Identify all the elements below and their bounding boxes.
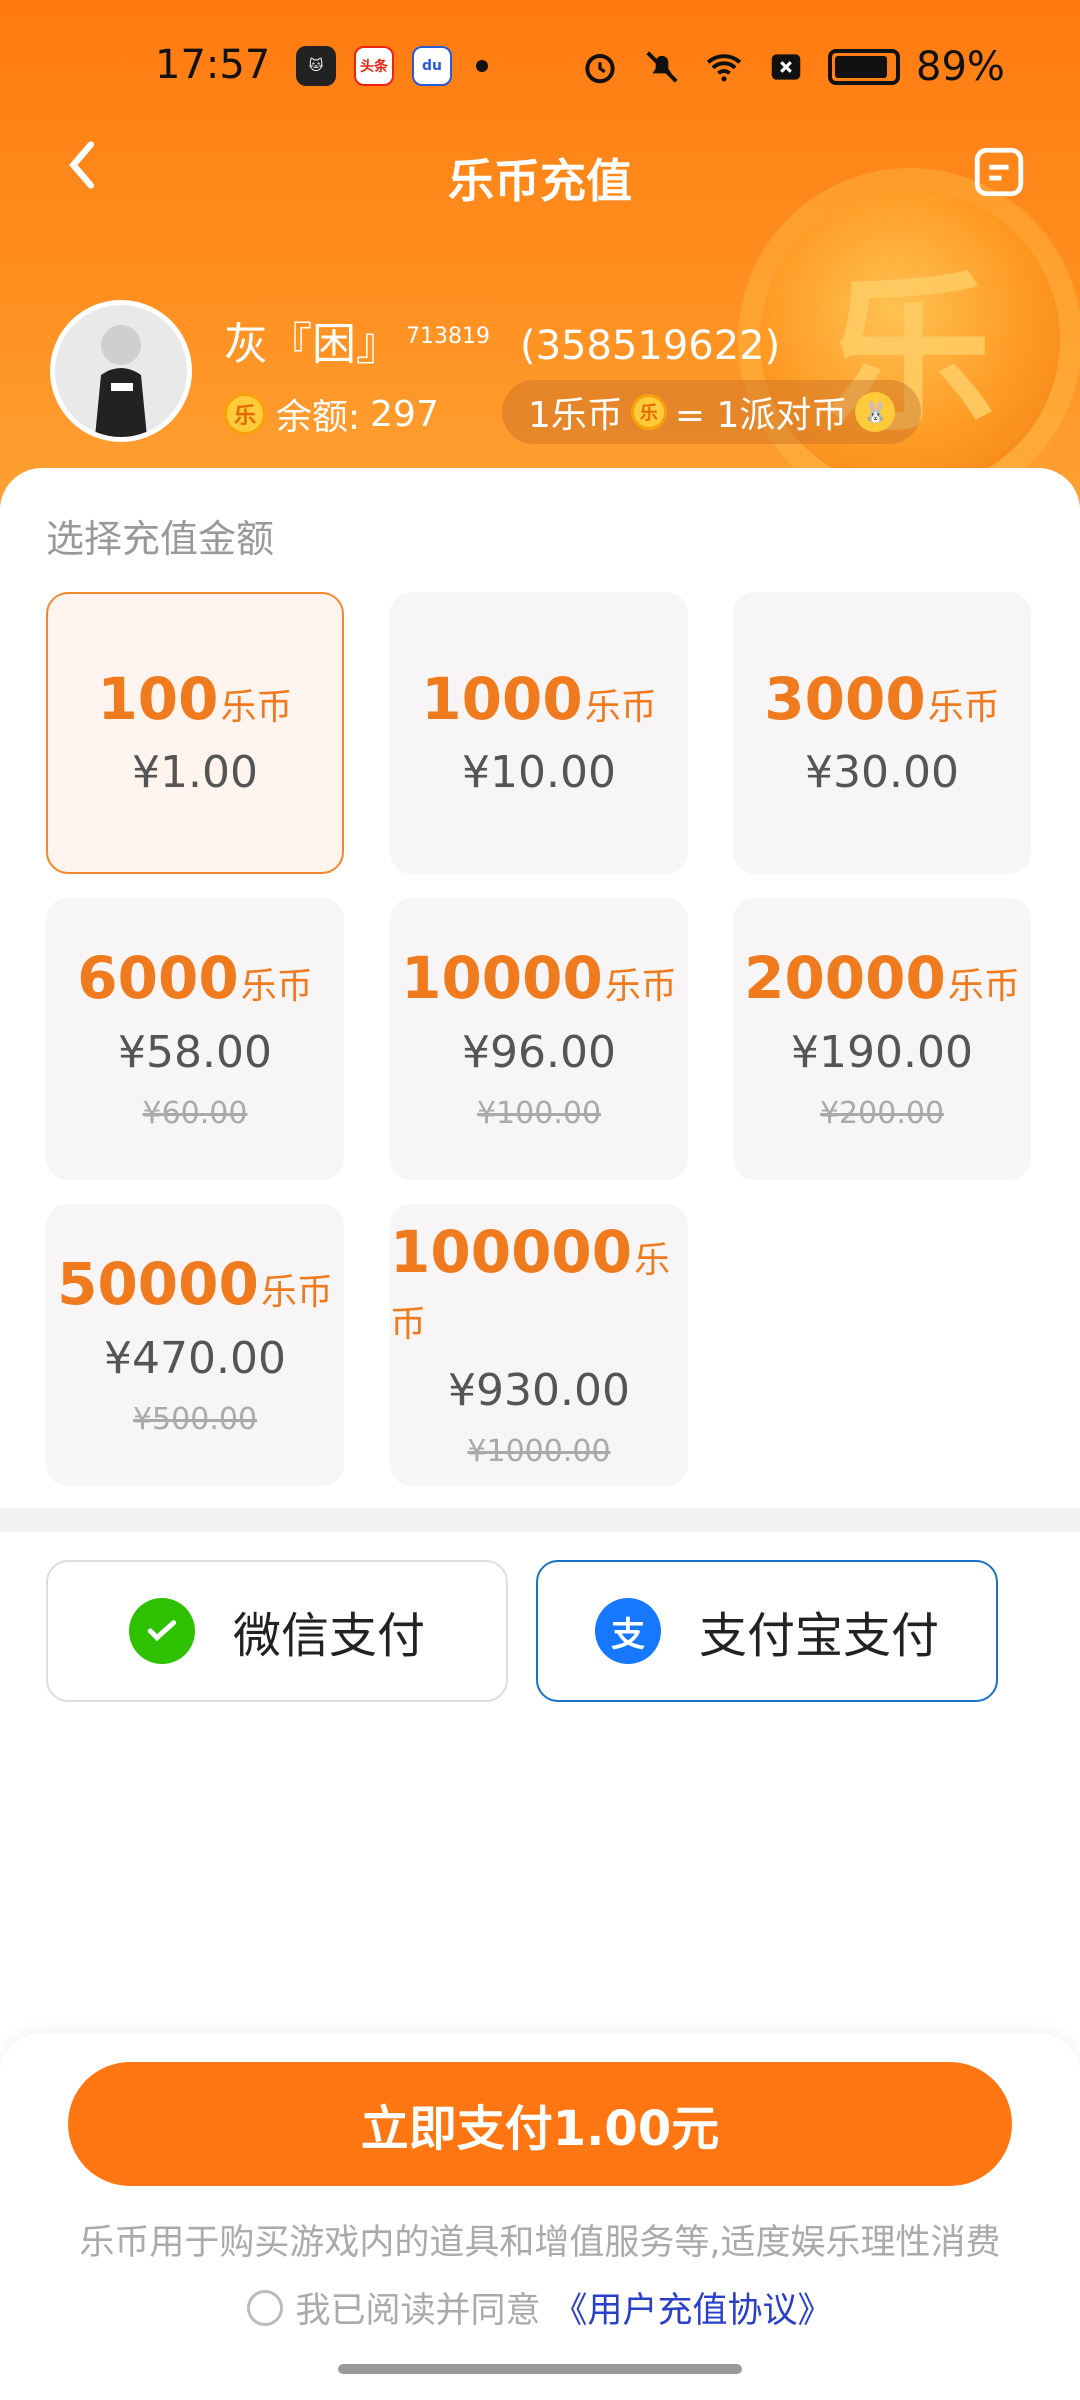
wechat-pay-option[interactable]: 微信支付: [46, 1560, 508, 1702]
le-coin-icon: 乐: [630, 394, 667, 430]
package-option[interactable]: 20000乐币 ¥190.00 ¥200.00: [733, 898, 1031, 1180]
alarm-icon: [580, 47, 620, 87]
package-price: ¥930.00: [448, 1364, 630, 1416]
mute-icon: [642, 47, 682, 87]
package-option[interactable]: 100000乐币 ¥930.00 ¥1000.00: [390, 1204, 688, 1486]
battery-percent: 89%: [916, 44, 1005, 90]
package-price: ¥190.00: [791, 1026, 973, 1078]
coin-decoration: 乐: [760, 190, 1060, 490]
package-original-price: ¥60.00: [142, 1095, 248, 1131]
recharge-card: 选择充值金额 100乐币 ¥1.00 1000乐币 ¥10.00 3000乐币 …: [0, 468, 1080, 1528]
le-coin-icon: 乐: [224, 393, 266, 435]
header: 乐 17:57 🐱 头条 du 89% 乐币充值 灰『困』 713819 (35…: [0, 0, 1080, 520]
battery-icon: [828, 49, 900, 85]
avatar[interactable]: [50, 300, 192, 442]
exchange-rate-pill: 1乐币 乐 = 1派对币 🐰: [502, 380, 922, 444]
toutiao-app-icon: 头条: [354, 46, 394, 86]
coin-decoration-char: 乐: [824, 257, 995, 455]
balance: 乐 余额: 297: [224, 388, 439, 440]
baidu-app-icon: du: [412, 46, 452, 86]
package-coins: 6000乐币: [77, 944, 313, 1013]
package-coins: 100乐币: [97, 664, 293, 733]
package-original-price: ¥500.00: [132, 1401, 258, 1437]
package-coins: 50000乐币: [57, 1250, 333, 1319]
more-notifications-dot: [476, 60, 488, 72]
agreement-link[interactable]: 《用户充值协议》: [553, 2282, 833, 2333]
system-icons: 89%: [580, 44, 1005, 90]
package-original-price: ¥100.00: [476, 1095, 602, 1131]
consumption-note: 乐币用于购买游戏内的道具和增值服务等,适度娱乐理性消费: [79, 2223, 1001, 2263]
alipay-label: 支付宝支付: [698, 1608, 939, 1664]
section-divider: [0, 1508, 1080, 1532]
rate-right: = 1派对币: [674, 395, 848, 436]
package-coins: 1000乐币: [421, 664, 657, 733]
section-label: 选择充值金额: [46, 517, 275, 561]
package-price: ¥1.00: [132, 747, 258, 799]
balance-value: 297: [370, 393, 439, 435]
alipay-option[interactable]: 支 支付宝支付: [536, 1560, 998, 1702]
package-price: ¥470.00: [104, 1332, 286, 1384]
package-option[interactable]: 50000乐币 ¥470.00 ¥500.00: [46, 1204, 344, 1486]
party-coin-icon: 🐰: [855, 392, 896, 432]
avatar-illustration-icon: [55, 305, 187, 437]
page-title: 乐币充值: [448, 154, 632, 208]
wifi-icon: [704, 47, 744, 87]
status-bar: 17:57 🐱 头条 du 89%: [0, 0, 1080, 130]
status-time: 17:57: [155, 42, 271, 88]
wechat-pay-label: 微信支付: [232, 1608, 425, 1664]
package-price: ¥96.00: [462, 1026, 616, 1078]
footer: 立即支付1.00元 乐币用于购买游戏内的道具和增值服务等,适度娱乐理性消费 我已…: [0, 2034, 1080, 2400]
rate-left: 1乐币: [528, 395, 623, 436]
notification-apps: 🐱 头条 du: [296, 46, 488, 86]
agree-text: 我已阅读并同意: [295, 2291, 541, 2331]
home-indicator[interactable]: [338, 2364, 742, 2374]
user-id: (358519622): [519, 323, 781, 369]
wechat-pay-icon: [128, 1598, 195, 1664]
package-option[interactable]: 1000乐币 ¥10.00: [390, 592, 688, 874]
package-coins: 3000乐币: [764, 664, 1000, 733]
package-coins: 100000乐币: [390, 1218, 671, 1345]
pay-now-button[interactable]: 立即支付1.00元: [68, 2062, 1012, 2186]
package-option[interactable]: 3000乐币 ¥30.00: [733, 592, 1031, 874]
package-price: ¥10.00: [462, 747, 616, 799]
balance-label: 余额:: [276, 397, 361, 438]
package-option[interactable]: 10000乐币 ¥96.00 ¥100.00: [390, 898, 688, 1180]
list-document-icon: [974, 147, 1024, 197]
recharge-page: 乐 17:57 🐱 头条 du 89% 乐币充值 灰『困』 713819 (35…: [0, 0, 1080, 2400]
package-price: ¥58.00: [118, 1026, 272, 1078]
package-option[interactable]: 100乐币 ¥1.00: [46, 592, 344, 874]
alipay-icon: 支: [594, 1598, 661, 1664]
package-coins: 20000乐币: [744, 944, 1020, 1013]
package-original-price: ¥200.00: [819, 1095, 945, 1131]
user-name: 灰『困』 713819 (358519622): [224, 308, 780, 372]
agree-radio[interactable]: [247, 2289, 284, 2326]
package-original-price: ¥1000.00: [467, 1433, 611, 1469]
cat-app-icon: 🐱: [296, 46, 336, 86]
user-nickname: 灰『困』: [224, 319, 400, 370]
package-option[interactable]: 6000乐币 ¥58.00 ¥60.00: [46, 898, 344, 1180]
user-level: 713819: [406, 324, 490, 350]
package-coins: 10000乐币: [401, 944, 677, 1013]
no-sim-icon: [766, 47, 806, 87]
agreement-row: 我已阅读并同意 《用户充值协议》: [0, 2282, 1080, 2333]
records-button[interactable]: [970, 143, 1028, 201]
package-price: ¥30.00: [805, 747, 959, 799]
